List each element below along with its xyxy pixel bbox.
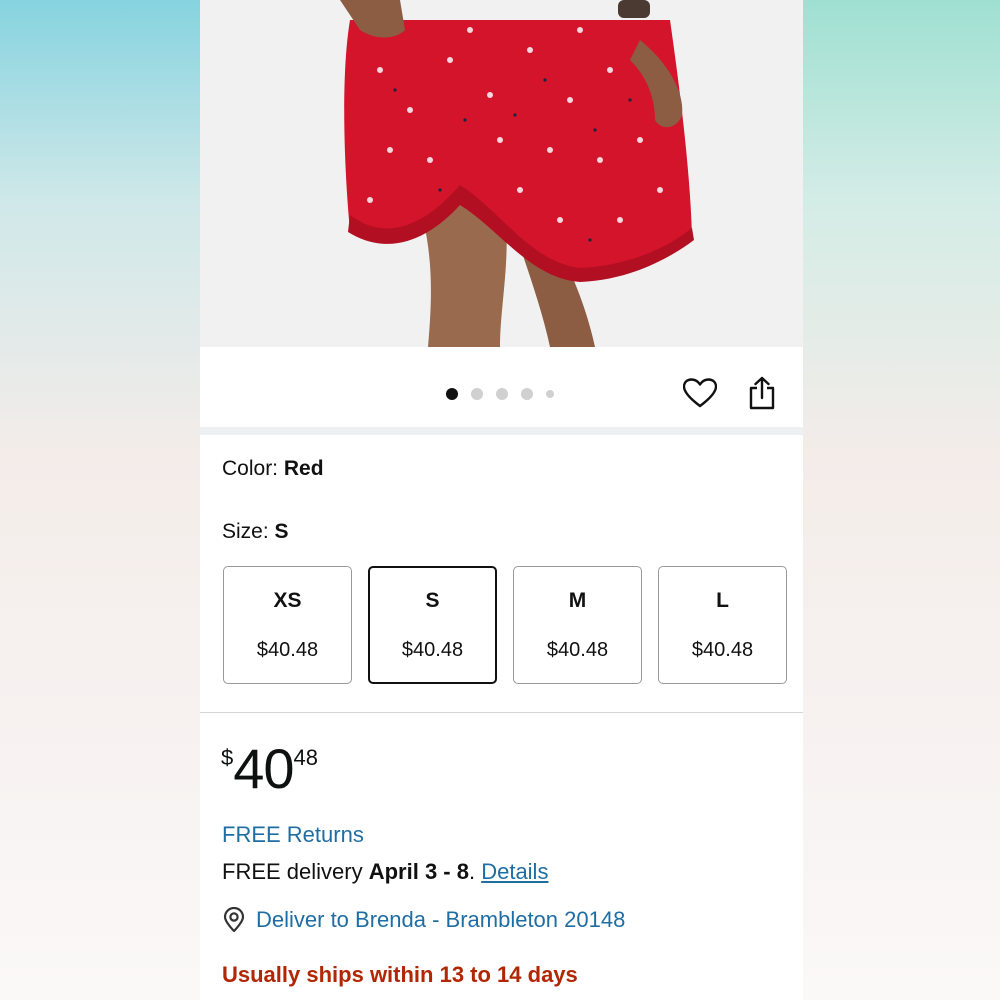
free-returns-link[interactable]: FREE Returns <box>222 822 364 848</box>
product-image[interactable] <box>200 0 803 347</box>
size-options: XS $40.48 S $40.48 M $40.48 L $40.48 <box>223 566 787 684</box>
product-photo <box>200 0 803 347</box>
section-separator <box>200 427 803 435</box>
share-icon <box>749 376 775 410</box>
size-option-l[interactable]: L $40.48 <box>658 566 787 684</box>
size-option-price: $40.48 <box>256 638 319 661</box>
wishlist-button[interactable] <box>682 375 718 411</box>
price-fraction: 48 <box>293 745 319 770</box>
location-pin-icon <box>223 907 245 933</box>
image-controls <box>200 347 803 427</box>
price-currency-symbol: $ <box>221 745 234 770</box>
size-option-name: L <box>716 588 729 612</box>
delivery-punct: . <box>468 859 482 884</box>
delivery-info: FREE delivery April 3 - 8. Details <box>222 859 548 885</box>
color-selection: Color: Red <box>222 457 324 481</box>
background-left <box>0 0 200 1000</box>
size-option-price: $40.48 <box>546 638 609 661</box>
size-option-name: XS <box>273 588 302 612</box>
pager-dot[interactable] <box>446 388 458 400</box>
variation-options: Color: Red Size: S XS $40.48 S $40.48 M … <box>200 435 803 712</box>
price-whole: 40 <box>233 737 294 800</box>
image-pager-dots[interactable] <box>446 388 554 400</box>
pager-dot[interactable] <box>496 388 508 400</box>
buy-box: $ 40 48 FREE Returns FREE delivery April… <box>200 713 803 1000</box>
size-option-name: M <box>568 588 587 612</box>
delivery-prefix: FREE delivery <box>222 859 369 884</box>
deliver-to-text: Deliver to Brenda - Brambleton 20148 <box>256 907 626 932</box>
price: $ 40 48 <box>221 741 318 797</box>
color-value: Red <box>283 457 324 480</box>
details-link[interactable]: Details <box>481 859 548 884</box>
size-option-m[interactable]: M $40.48 <box>513 566 642 684</box>
share-button[interactable] <box>744 375 780 411</box>
size-option-price: $40.48 <box>401 638 464 661</box>
heart-icon <box>683 378 717 408</box>
size-option-s[interactable]: S $40.48 <box>368 566 497 684</box>
size-option-price: $40.48 <box>691 638 754 661</box>
pager-dot[interactable] <box>546 390 554 398</box>
size-option-name: S <box>425 588 440 612</box>
pager-dot[interactable] <box>521 388 533 400</box>
background-right <box>800 0 1000 1000</box>
color-label: Color: <box>222 457 284 480</box>
deliver-to-location[interactable]: Deliver to Brenda - Brambleton 20148 <box>222 907 625 933</box>
size-value: S <box>274 520 289 543</box>
delivery-date: April 3 - 8 <box>368 859 469 884</box>
size-label: Size: <box>222 520 275 543</box>
size-option-xs[interactable]: XS $40.48 <box>223 566 352 684</box>
pager-dot[interactable] <box>471 388 483 400</box>
shipping-note: Usually ships within 13 to 14 days <box>222 962 578 987</box>
size-selection: Size: S <box>222 520 289 544</box>
